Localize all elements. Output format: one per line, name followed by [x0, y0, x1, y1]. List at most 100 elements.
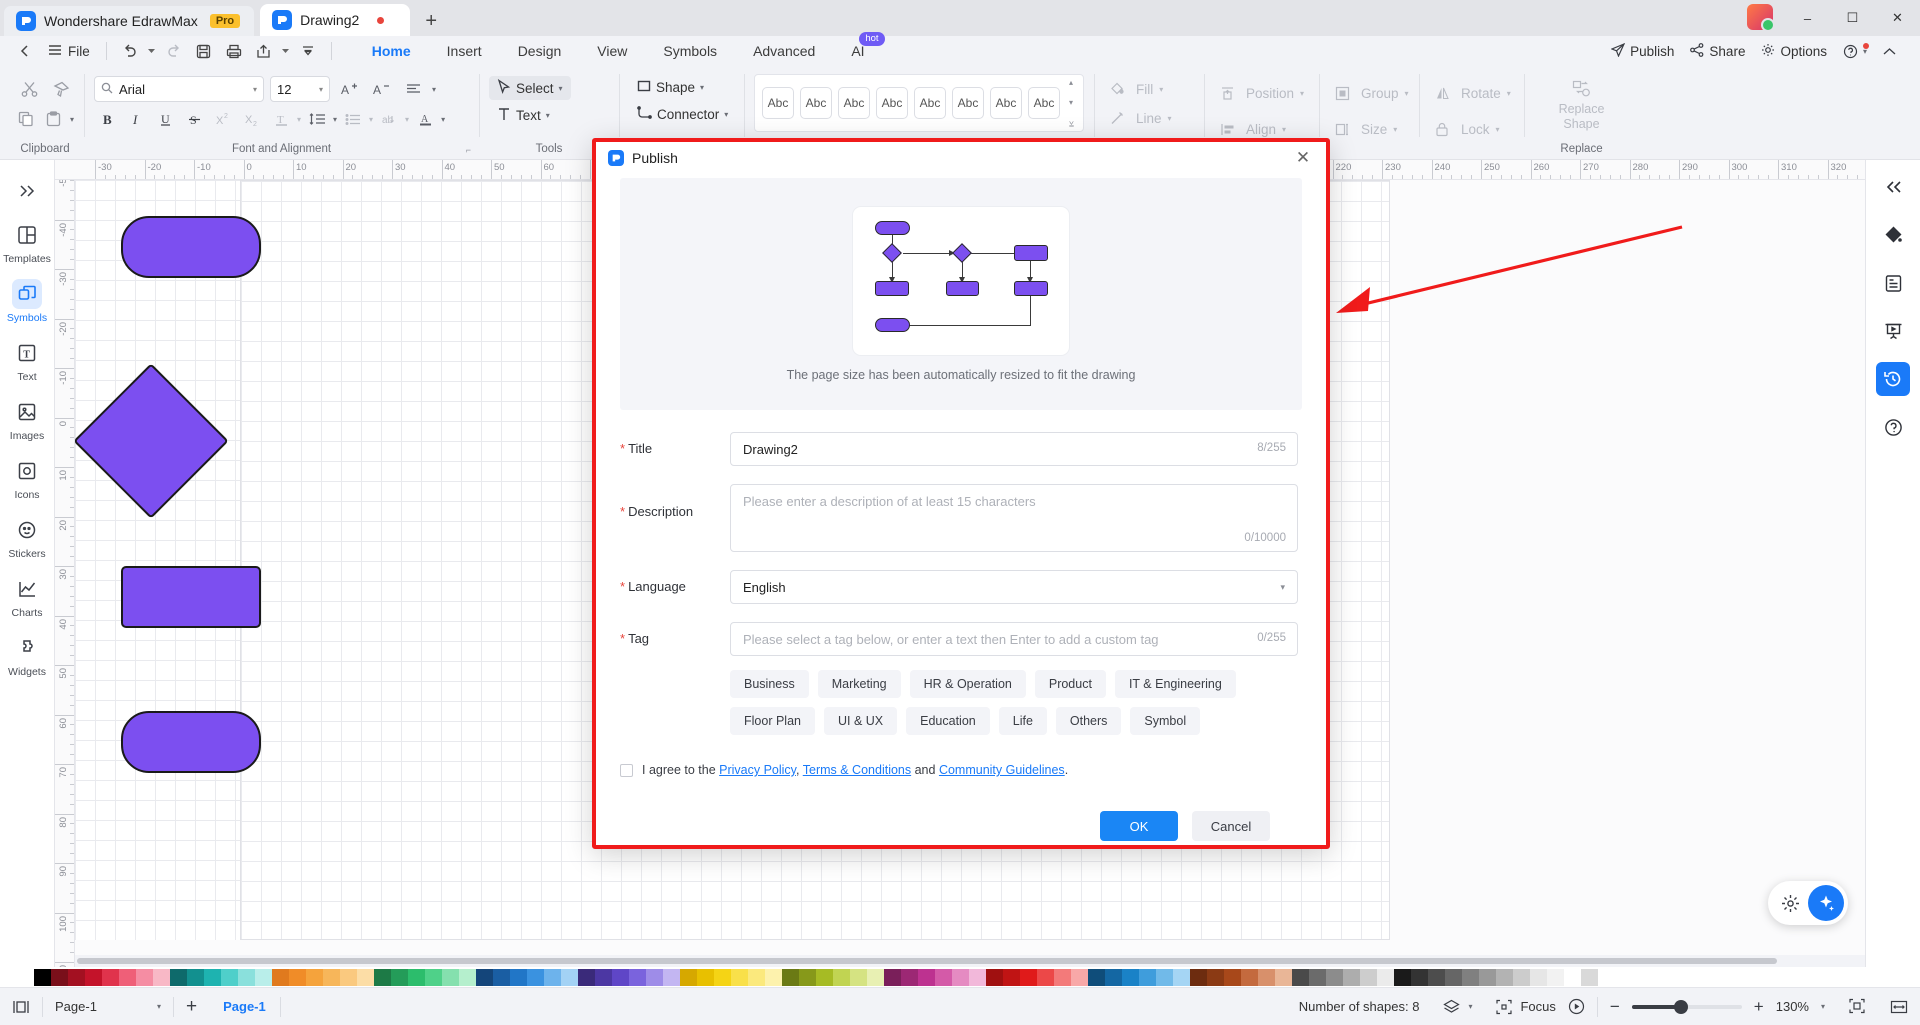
- export-caret-icon[interactable]: [279, 38, 293, 64]
- lock-label[interactable]: Lock: [1461, 122, 1490, 137]
- color-swatch[interactable]: [1190, 968, 1207, 986]
- zoom-slider-knob[interactable]: [1673, 999, 1688, 1014]
- style-swatch[interactable]: Abc: [952, 87, 984, 119]
- color-swatch[interactable]: [1513, 968, 1530, 986]
- tag-chip[interactable]: HR & Operation: [909, 670, 1026, 698]
- rotate-icon[interactable]: [1429, 80, 1455, 106]
- color-swatch[interactable]: [238, 968, 255, 986]
- line-label[interactable]: Line: [1136, 111, 1162, 126]
- color-swatch[interactable]: [1258, 968, 1275, 986]
- tag-chip[interactable]: Marketing: [817, 670, 901, 698]
- print-icon[interactable]: [219, 38, 249, 64]
- color-swatch[interactable]: [136, 968, 153, 986]
- zoom-out-button[interactable]: −: [1610, 997, 1620, 1017]
- color-swatch[interactable]: [1003, 968, 1020, 986]
- color-swatch[interactable]: [1581, 968, 1598, 986]
- color-swatch[interactable]: [578, 968, 595, 986]
- tag-chip[interactable]: UI & UX: [823, 707, 898, 735]
- fill-label[interactable]: Fill: [1136, 82, 1153, 97]
- style-swatch[interactable]: Abc: [990, 87, 1022, 119]
- font-color-icon[interactable]: A: [412, 106, 438, 132]
- color-swatch[interactable]: [680, 968, 697, 986]
- color-swatch[interactable]: [493, 968, 510, 986]
- line-caret-icon[interactable]: ▾: [1168, 114, 1172, 123]
- color-swatch[interactable]: [1122, 968, 1139, 986]
- color-swatch[interactable]: [153, 968, 170, 986]
- select-tool-button[interactable]: Select ▾: [489, 76, 571, 100]
- fit-page-button[interactable]: [1837, 988, 1878, 1025]
- close-icon[interactable]: ✕: [1292, 147, 1314, 169]
- help-button[interactable]: ▾: [1843, 42, 1870, 59]
- help-panel-button[interactable]: [1876, 410, 1910, 444]
- color-swatch[interactable]: [867, 968, 884, 986]
- gallery-expand-icon[interactable]: ⩣: [1069, 118, 1074, 128]
- color-swatch[interactable]: [1020, 968, 1037, 986]
- export-share-icon[interactable]: [249, 38, 279, 64]
- tag-chip[interactable]: Others: [1055, 707, 1122, 735]
- style-gallery-scroll[interactable]: ▴ ▾ ⩣: [1069, 78, 1074, 128]
- tab-home[interactable]: Home: [354, 36, 429, 66]
- color-swatch[interactable]: [1462, 968, 1479, 986]
- color-swatch[interactable]: [918, 968, 935, 986]
- font-size-caret-icon[interactable]: ▾: [319, 85, 323, 94]
- fit-width-button[interactable]: [1878, 988, 1920, 1025]
- ai-assistant-fab-button[interactable]: [1808, 885, 1844, 921]
- chevron-down-icon[interactable]: ▾: [1280, 582, 1285, 593]
- tab-view[interactable]: View: [579, 36, 645, 66]
- community-guidelines-link[interactable]: Community Guidelines: [939, 763, 1065, 777]
- color-swatch[interactable]: [1173, 968, 1190, 986]
- layers-button[interactable]: ▾: [1431, 988, 1484, 1025]
- undo-icon[interactable]: [115, 38, 145, 64]
- connector-caret-icon[interactable]: ▾: [724, 110, 728, 119]
- color-swatch[interactable]: [68, 968, 85, 986]
- color-swatch[interactable]: [357, 968, 374, 986]
- color-swatch[interactable]: [102, 968, 119, 986]
- tab-symbols[interactable]: Symbols: [645, 36, 735, 66]
- style-swatch[interactable]: Abc: [1028, 87, 1060, 119]
- subscript-icon[interactable]: X2: [239, 106, 265, 132]
- size-label[interactable]: Size: [1361, 122, 1387, 137]
- decrease-font-size-icon[interactable]: A: [368, 76, 394, 102]
- color-swatch[interactable]: [1445, 968, 1462, 986]
- terms-conditions-link[interactable]: Terms & Conditions: [803, 763, 911, 777]
- style-swatch[interactable]: Abc: [876, 87, 908, 119]
- zoom-in-button[interactable]: +: [1754, 997, 1764, 1017]
- privacy-policy-link[interactable]: Privacy Policy: [719, 763, 796, 777]
- share-button[interactable]: Share: [1690, 42, 1745, 60]
- color-swatch[interactable]: [1139, 968, 1156, 986]
- gallery-scroll-down-icon[interactable]: ▾: [1069, 98, 1074, 107]
- sidebar-item-stickers[interactable]: Stickers: [1, 507, 53, 566]
- zoom-level-caret-icon[interactable]: ▾: [1821, 1002, 1825, 1011]
- undo-caret-icon[interactable]: [145, 38, 159, 64]
- text-align-caret-icon[interactable]: ▾: [432, 85, 436, 94]
- text-tool-caret-icon[interactable]: ▾: [546, 111, 550, 120]
- bullet-list-icon[interactable]: [340, 106, 366, 132]
- history-panel-button[interactable]: [1876, 362, 1910, 396]
- color-swatch[interactable]: [1156, 968, 1173, 986]
- tab-advanced[interactable]: Advanced: [735, 36, 833, 66]
- color-swatch[interactable]: [1428, 968, 1445, 986]
- agreement-checkbox[interactable]: [620, 763, 633, 777]
- color-swatch[interactable]: [1377, 968, 1394, 986]
- app-home-tab[interactable]: Wondershare EdrawMax Pro: [4, 6, 255, 36]
- focus-mode-button[interactable]: Focus: [1484, 988, 1567, 1025]
- position-label[interactable]: Position: [1246, 86, 1294, 101]
- style-swatch[interactable]: Abc: [838, 87, 870, 119]
- color-swatch[interactable]: [561, 968, 578, 986]
- tag-input[interactable]: Please select a tag below, or enter a te…: [730, 622, 1298, 656]
- color-swatch[interactable]: [1088, 968, 1105, 986]
- color-swatch[interactable]: [799, 968, 816, 986]
- presentation-panel-button[interactable]: [1876, 314, 1910, 348]
- color-swatch[interactable]: [952, 968, 969, 986]
- sidebar-item-templates[interactable]: Templates: [1, 212, 53, 271]
- color-swatch[interactable]: [289, 968, 306, 986]
- color-swatch[interactable]: [935, 968, 952, 986]
- color-swatch[interactable]: [714, 968, 731, 986]
- color-swatch[interactable]: [1275, 968, 1292, 986]
- style-swatch[interactable]: Abc: [800, 87, 832, 119]
- line-icon[interactable]: [1104, 105, 1130, 131]
- color-swatch[interactable]: [1343, 968, 1360, 986]
- canvas-shape-process-1[interactable]: [121, 566, 261, 628]
- fill-caret-icon[interactable]: ▾: [1159, 85, 1163, 94]
- tag-chip[interactable]: Life: [998, 707, 1047, 735]
